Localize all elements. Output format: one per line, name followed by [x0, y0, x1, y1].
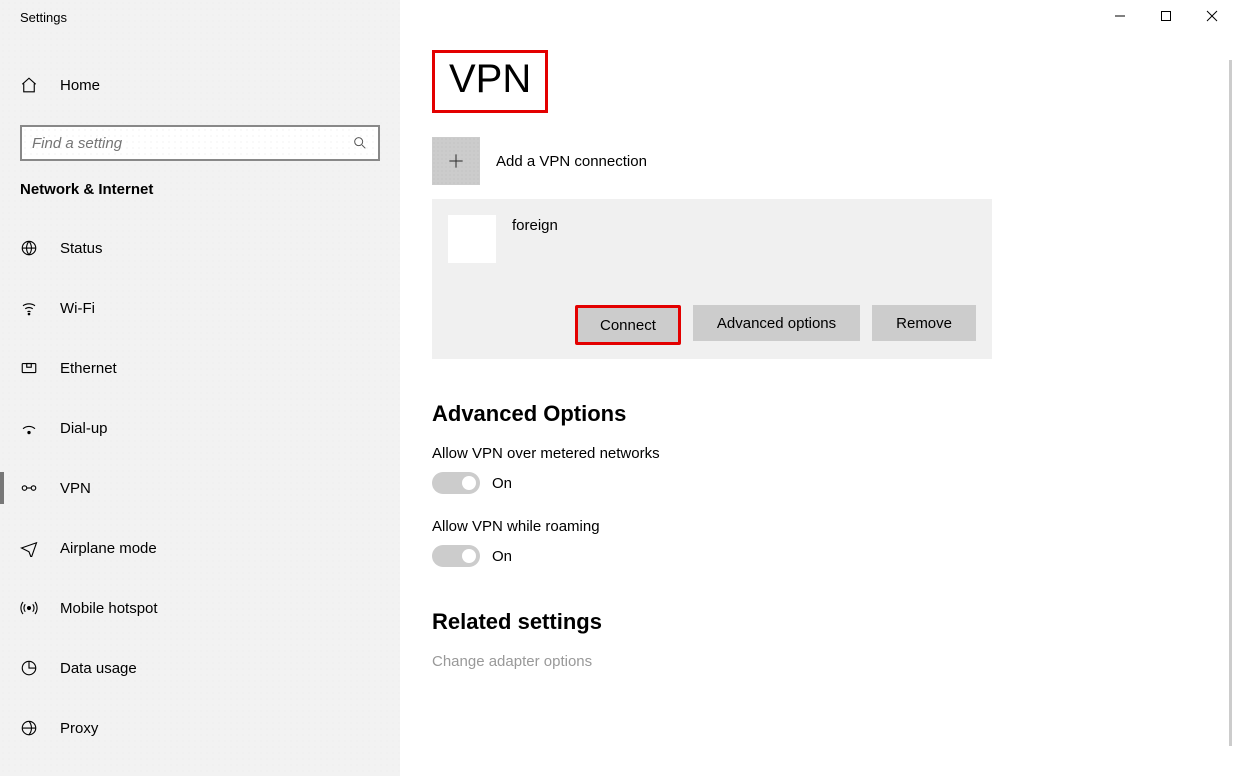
vpn-connection-name: foreign — [512, 215, 558, 234]
search-input[interactable] — [32, 135, 352, 152]
vpn-connection-icon — [448, 215, 496, 263]
airplane-icon — [20, 539, 38, 557]
settings-sidebar: Settings Home Network & Internet — [0, 0, 400, 776]
page-title: VPN — [449, 57, 531, 102]
hotspot-icon — [20, 599, 38, 617]
nav-label: Proxy — [60, 720, 98, 737]
add-vpn-row[interactable]: Add a VPN connection — [432, 137, 992, 185]
toggle-metered-state: On — [492, 475, 512, 492]
scrollbar[interactable] — [1229, 60, 1232, 746]
nav-label: Mobile hotspot — [60, 600, 158, 617]
advanced-options-button[interactable]: Advanced options — [693, 305, 860, 341]
vpn-icon — [20, 479, 38, 497]
toggle-roaming-switch[interactable] — [432, 545, 480, 567]
close-button[interactable] — [1189, 0, 1235, 32]
add-vpn-label: Add a VPN connection — [496, 153, 647, 170]
vpn-connection-item[interactable]: foreign Connect Advanced options Remove — [432, 199, 992, 359]
sidebar-item-datausage[interactable]: Data usage — [0, 638, 400, 698]
sidebar-section-label: Network & Internet — [0, 181, 400, 218]
connect-button[interactable]: Connect — [575, 305, 681, 345]
dialup-icon — [20, 419, 38, 437]
sidebar-home[interactable]: Home — [0, 63, 400, 107]
toggle-metered: Allow VPN over metered networks On — [432, 445, 992, 494]
wifi-icon — [20, 299, 38, 317]
home-icon — [20, 76, 38, 94]
sidebar-item-wifi[interactable]: Wi-Fi — [0, 278, 400, 338]
nav-label: Airplane mode — [60, 540, 157, 557]
nav-label: Status — [60, 240, 103, 257]
plus-icon — [446, 151, 466, 171]
toggle-roaming-state: On — [492, 548, 512, 565]
datausage-icon — [20, 659, 38, 677]
minimize-button[interactable] — [1097, 0, 1143, 32]
sidebar-item-status[interactable]: Status — [0, 218, 400, 278]
nav-label: Dial-up — [60, 420, 108, 437]
sidebar-item-airplane[interactable]: Airplane mode — [0, 518, 400, 578]
sidebar-item-hotspot[interactable]: Mobile hotspot — [0, 578, 400, 638]
remove-button[interactable]: Remove — [872, 305, 976, 341]
add-tile — [432, 137, 480, 185]
sidebar-item-ethernet[interactable]: Ethernet — [0, 338, 400, 398]
toggle-roaming-label: Allow VPN while roaming — [432, 518, 992, 535]
sidebar-item-dialup[interactable]: Dial-up — [0, 398, 400, 458]
advanced-options-heading: Advanced Options — [432, 401, 992, 427]
change-adapter-link[interactable]: Change adapter options — [432, 653, 992, 670]
search-icon — [352, 135, 368, 151]
main-content: VPN Add a VPN connection foreign Connect — [400, 0, 1235, 776]
toggle-metered-switch[interactable] — [432, 472, 480, 494]
nav-label: Wi-Fi — [60, 300, 95, 317]
nav-label: Ethernet — [60, 360, 117, 377]
status-icon — [20, 239, 38, 257]
search-input-container[interactable] — [20, 125, 380, 161]
sidebar-item-vpn[interactable]: VPN — [0, 458, 400, 518]
toggle-metered-label: Allow VPN over metered networks — [432, 445, 992, 462]
sidebar-item-proxy[interactable]: Proxy — [0, 698, 400, 758]
nav-label: Data usage — [60, 660, 137, 677]
home-label: Home — [60, 77, 100, 94]
toggle-roaming: Allow VPN while roaming On — [432, 518, 992, 567]
window-controls — [1097, 0, 1235, 32]
toggle-knob — [462, 476, 476, 490]
proxy-icon — [20, 719, 38, 737]
toggle-knob — [462, 549, 476, 563]
window-title: Settings — [0, 0, 400, 45]
related-settings-heading: Related settings — [432, 609, 992, 635]
page-title-highlight: VPN — [432, 50, 548, 113]
nav-label: VPN — [60, 480, 91, 497]
maximize-button[interactable] — [1143, 0, 1189, 32]
ethernet-icon — [20, 359, 38, 377]
